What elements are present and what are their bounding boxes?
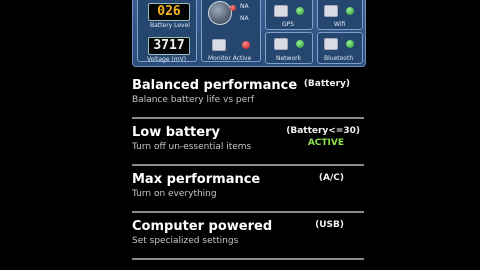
profile-trigger: (Battery) xyxy=(303,79,350,89)
profile-title: Balanced performance xyxy=(132,78,298,93)
battery-level-label: Battery Level xyxy=(150,22,190,29)
network-toggle-button[interactable] xyxy=(274,38,288,50)
profile-subtitle: Balance battery life vs perf xyxy=(132,95,255,105)
bluetooth-led-icon xyxy=(346,40,354,48)
phone-screen: 026 Battery Level 3717 Voltage (mV) NA N… xyxy=(122,0,368,270)
profile-title: Computer powered xyxy=(132,219,273,234)
gps-toggle-button[interactable] xyxy=(274,5,288,17)
monitor-active-label: Monitor Active xyxy=(208,55,252,62)
dial-top-text: NA xyxy=(240,3,249,10)
dial-bottom-text: NA xyxy=(240,15,249,22)
wifi-toggle-cell[interactable]: Wifi xyxy=(317,0,363,30)
active-status-badge: ACTIVE xyxy=(307,138,344,148)
bluetooth-toggle-cell[interactable]: Bluetooth xyxy=(317,32,363,64)
list-item-computer-powered[interactable]: Computer powered Set specialized setting… xyxy=(132,213,364,260)
gps-toggle-cell[interactable]: GPS xyxy=(265,0,313,30)
network-toggle-cell[interactable]: Network xyxy=(265,32,313,64)
list-item-balanced-performance[interactable]: Balanced performance Balance battery lif… xyxy=(132,72,364,119)
gps-label: GPS xyxy=(282,21,295,28)
profile-subtitle: Set specialized settings xyxy=(132,236,239,246)
monitor-cell: NA NA Monitor Active xyxy=(201,0,261,62)
dial-red-dot-icon xyxy=(230,5,236,11)
profile-trigger: (USB) xyxy=(315,220,344,230)
profile-subtitle: Turn off un-essential items xyxy=(132,142,252,152)
profile-title: Max performance xyxy=(132,172,261,187)
profile-title: Low battery xyxy=(132,125,220,140)
divider xyxy=(132,258,364,260)
profile-subtitle: Turn on everything xyxy=(132,189,217,199)
status-dial-icon[interactable] xyxy=(208,1,232,25)
wifi-toggle-button[interactable] xyxy=(324,5,338,17)
profile-trigger: (Battery<=30) xyxy=(286,126,360,136)
profile-trigger: (A/C) xyxy=(318,173,344,183)
list-item-max-performance[interactable]: Max performance Turn on everything (A/C) xyxy=(132,166,364,213)
wifi-label: Wifi xyxy=(334,21,346,28)
bluetooth-label: Bluetooth xyxy=(324,55,354,62)
network-label: Network xyxy=(276,55,302,62)
monitor-active-led-icon xyxy=(242,41,250,49)
battery-monitor-panel: 026 Battery Level 3717 Voltage (mV) NA N… xyxy=(132,0,366,67)
wifi-led-icon xyxy=(346,7,354,15)
bluetooth-toggle-button[interactable] xyxy=(324,38,338,50)
voltage-label: Voltage (mV) xyxy=(147,56,187,63)
gps-led-icon xyxy=(296,7,304,15)
monitor-toggle-button[interactable] xyxy=(212,39,226,51)
list-item-low-battery[interactable]: Low battery Turn off un-essential items … xyxy=(132,119,364,166)
network-led-icon xyxy=(296,40,304,48)
voltage-display: 3717 xyxy=(148,37,190,55)
battery-level-display: 026 xyxy=(148,3,190,21)
battery-readout-cell: 026 Battery Level 3717 Voltage (mV) xyxy=(137,0,197,63)
